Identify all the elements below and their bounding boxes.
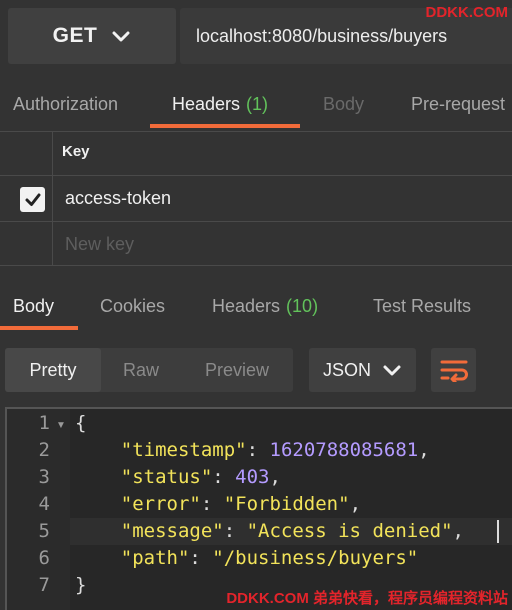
pretty-label: Pretty xyxy=(29,359,77,380)
fold-arrow-icon[interactable]: ▼ xyxy=(56,420,66,431)
active-tab-indicator xyxy=(0,326,78,330)
chevron-down-icon xyxy=(112,31,130,42)
code-line-3: "status": 403, xyxy=(120,466,281,488)
raw-label: Raw xyxy=(122,359,159,380)
line-number: 6 xyxy=(38,547,50,569)
line-number: 3 xyxy=(38,466,50,488)
tab-response-headers-label: Headers xyxy=(212,295,281,316)
json-comma: , xyxy=(452,520,464,542)
line-number: 5 xyxy=(38,520,50,542)
method-label: GET xyxy=(52,24,98,47)
header-key-cell[interactable]: access-token xyxy=(65,188,171,209)
watermark-top: DDKK.COM xyxy=(425,4,509,21)
code-line-5: "message": "Access is denied", xyxy=(120,520,464,542)
checkmark-icon xyxy=(25,193,40,206)
tab-headers-label: Headers xyxy=(172,93,241,114)
request-tabs: Authorization Headers (1) Body Pre-reque… xyxy=(0,80,512,128)
tab-response-body-label: Body xyxy=(13,295,55,316)
line-number: 4 xyxy=(38,493,50,515)
table-divider xyxy=(0,131,512,132)
url-value: localhost:8080/business/buyers xyxy=(196,25,448,46)
tab-cookies[interactable]: Cookies xyxy=(100,284,165,328)
table-divider xyxy=(0,221,512,222)
table-column-divider xyxy=(52,131,53,265)
tab-response-headers[interactable]: Headers (10) xyxy=(212,284,318,328)
table-divider xyxy=(0,265,512,266)
tab-authorization-label: Authorization xyxy=(13,93,119,114)
json-key: "status" xyxy=(120,466,213,488)
text-cursor xyxy=(497,520,499,543)
json-key: "timestamp" xyxy=(120,439,247,461)
json-comma: , xyxy=(418,439,430,461)
line-number: 7 xyxy=(38,574,50,596)
chevron-down-icon xyxy=(383,365,401,376)
tab-test-results[interactable]: Test Results xyxy=(373,284,471,328)
line-number: 1 xyxy=(38,412,50,434)
json-key: "error" xyxy=(120,493,201,515)
code-line-4: "error": "Forbidden", xyxy=(120,493,362,515)
method-select[interactable]: GET xyxy=(8,8,176,64)
tab-cookies-label: Cookies xyxy=(100,295,166,316)
raw-button[interactable]: Raw xyxy=(101,348,181,392)
tab-headers[interactable]: Headers (1) xyxy=(172,80,268,128)
code-line-2: "timestamp": 1620788085681, xyxy=(120,439,430,461)
code-line-1: { xyxy=(75,412,86,434)
json-value: "/business/buyers" xyxy=(212,547,419,569)
format-select[interactable]: JSON xyxy=(309,348,416,392)
json-value: "Forbidden" xyxy=(223,493,350,515)
open-brace: { xyxy=(75,412,87,434)
pretty-button[interactable]: Pretty xyxy=(5,348,101,392)
code-line-7: } xyxy=(75,574,86,596)
response-tabs: Body Cookies Headers (10) Test Results xyxy=(0,284,512,330)
watermark-bottom: DDKK.COM 弟弟快看，程序员编程资料站 xyxy=(226,590,508,607)
json-value: 403 xyxy=(235,466,270,488)
json-value: 1620788085681 xyxy=(269,439,419,461)
close-brace: } xyxy=(75,574,87,596)
tab-body-label: Body xyxy=(323,93,365,114)
view-mode-group: Pretty Raw Preview xyxy=(5,348,293,392)
tab-authorization[interactable]: Authorization xyxy=(13,80,118,128)
preview-button[interactable]: Preview xyxy=(181,348,293,392)
json-comma: , xyxy=(269,466,281,488)
code-line-6: "path": "/business/buyers" xyxy=(120,547,419,569)
tab-pre-request[interactable]: Pre-request xyxy=(411,80,505,128)
tab-response-body[interactable]: Body xyxy=(13,284,54,328)
preview-label: Preview xyxy=(204,359,270,380)
table-divider xyxy=(0,175,512,176)
line-number: 2 xyxy=(38,439,50,461)
json-key: "path" xyxy=(120,547,190,569)
wrap-lines-icon xyxy=(440,360,468,382)
tab-test-results-label: Test Results xyxy=(373,295,472,316)
format-label: JSON xyxy=(323,359,372,380)
tab-headers-count: (1) xyxy=(246,93,269,114)
tab-body[interactable]: Body xyxy=(323,80,364,128)
json-value: "Access is denied" xyxy=(246,520,453,542)
json-comma: , xyxy=(349,493,362,515)
tab-pre-request-label: Pre-request xyxy=(411,93,506,114)
wrap-lines-button[interactable] xyxy=(431,348,476,392)
header-enabled-checkbox[interactable] xyxy=(20,187,45,212)
new-key-input[interactable]: New key xyxy=(65,234,134,255)
active-tab-indicator xyxy=(150,124,300,128)
tab-response-headers-count: (10) xyxy=(286,295,319,316)
json-key: "message" xyxy=(120,520,224,542)
key-column-header: Key xyxy=(62,143,90,160)
